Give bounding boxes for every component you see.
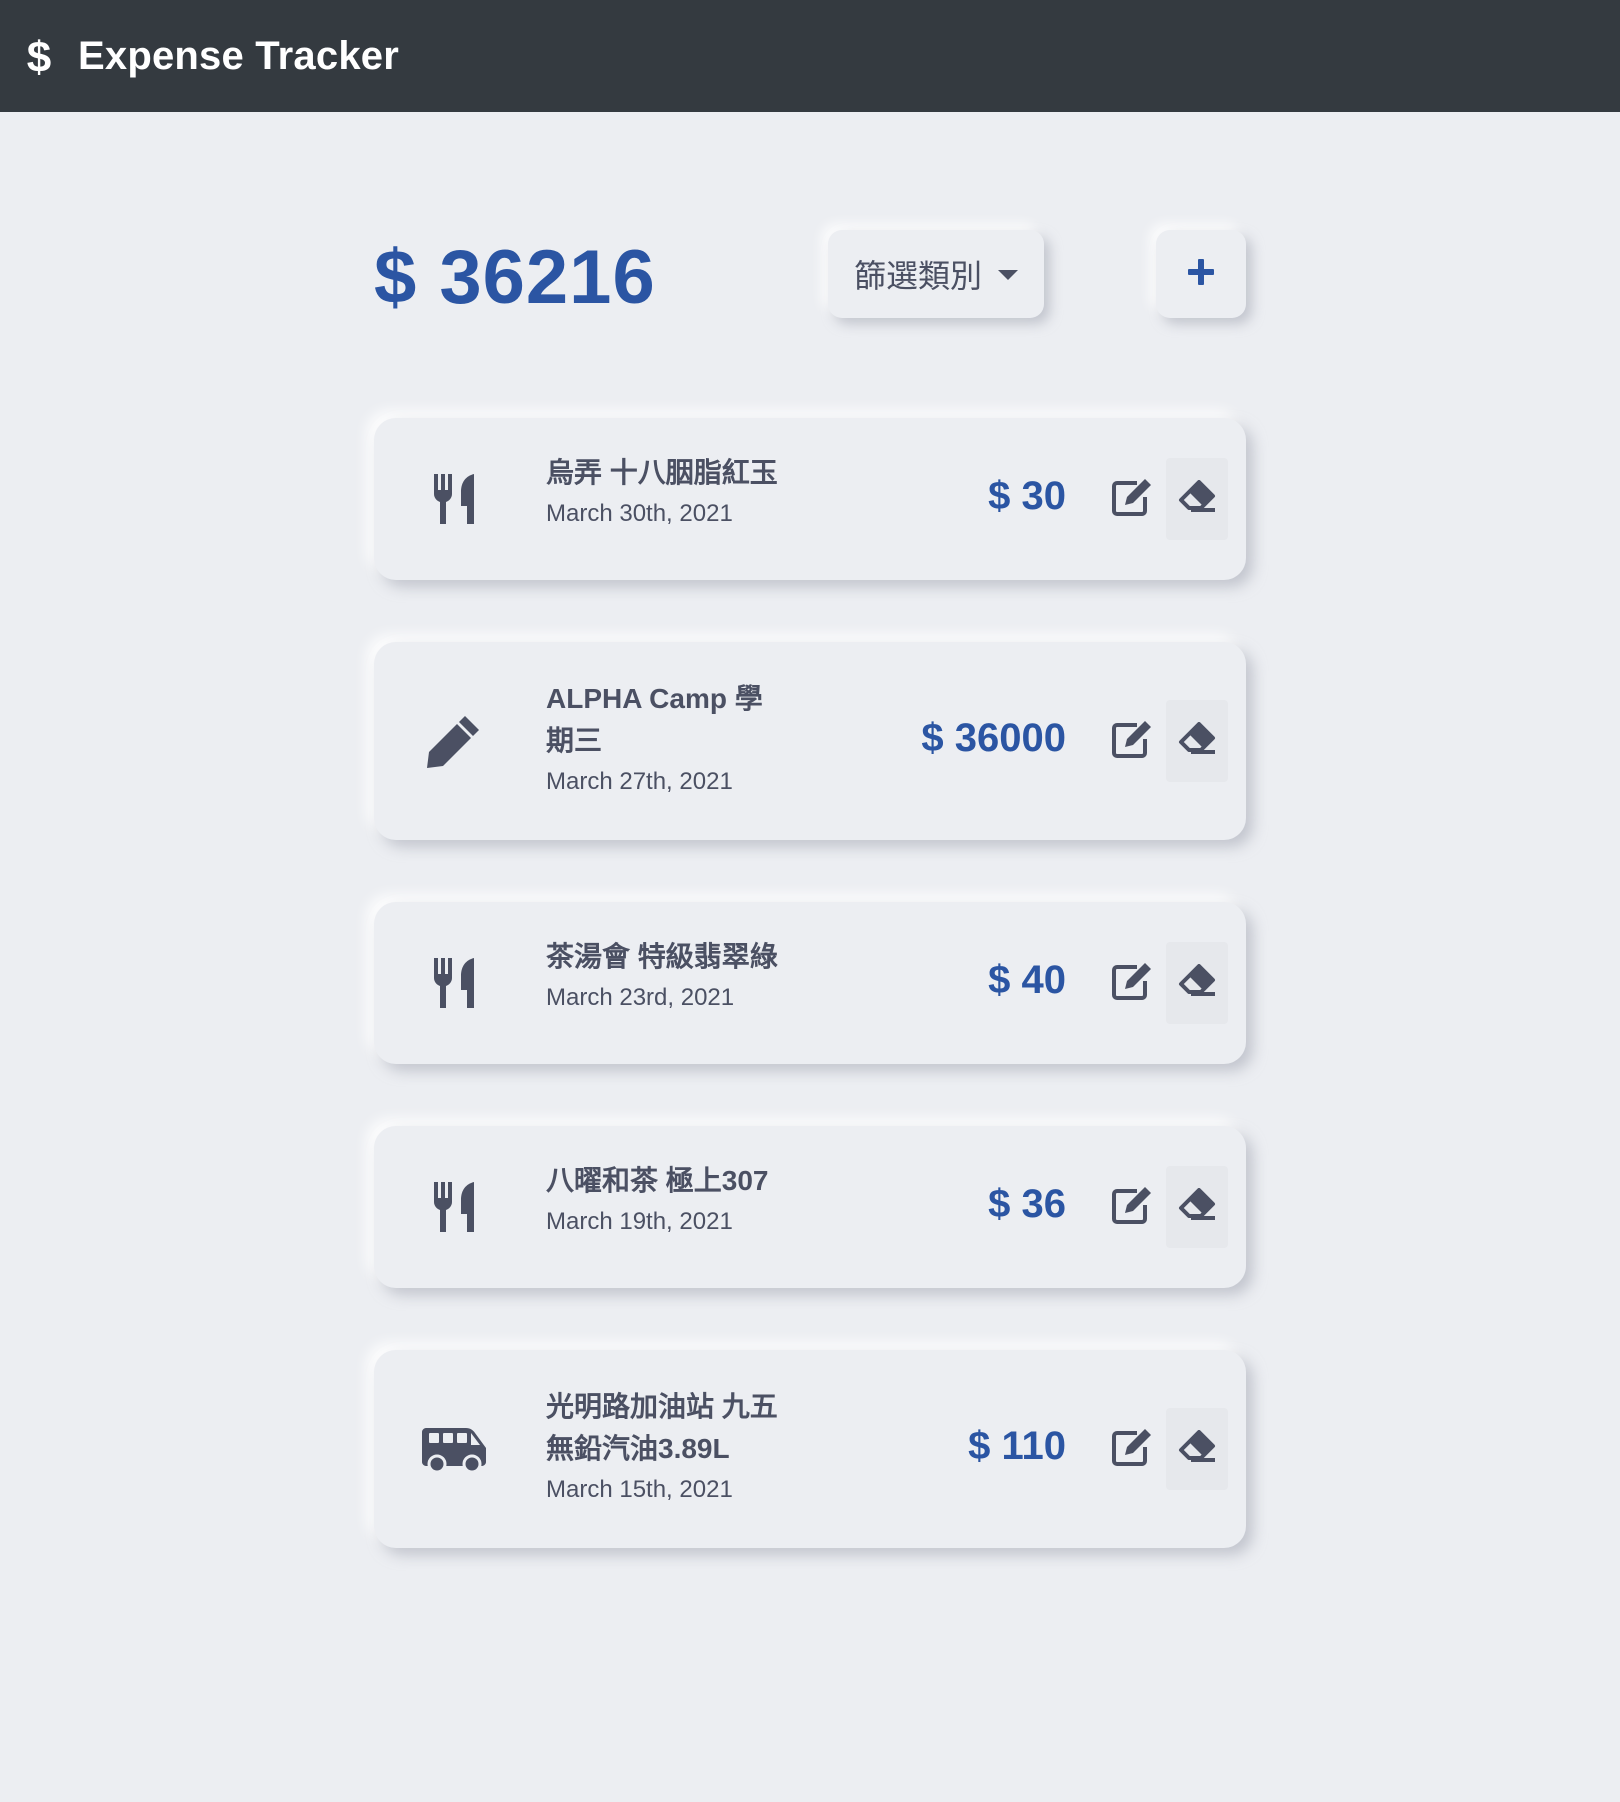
record-amount: $ 36000 <box>921 716 1066 760</box>
edit-button[interactable] <box>1106 1423 1158 1475</box>
filter-label: 篩選類別 <box>853 258 982 294</box>
svg-text:$: $ <box>27 34 51 78</box>
record-amount: $ 36 <box>988 1182 1066 1226</box>
record-date: March 23rd, 2021 <box>546 984 735 1011</box>
utensils-icon <box>418 947 490 1019</box>
record-amount: $ 110 <box>968 1424 1066 1468</box>
total-amount: $ 36216 <box>374 235 656 320</box>
utensils-icon <box>418 463 490 535</box>
edit-icon <box>1111 719 1153 764</box>
edit-icon <box>1111 1427 1153 1472</box>
record-name: 光明路加油站 九五無鉛汽油3.89L <box>546 1391 778 1464</box>
edit-button[interactable] <box>1106 957 1158 1009</box>
record-card: 八曜和茶 極上307 March 19th, 2021 $ 36 <box>374 1126 1246 1288</box>
record-info: 烏弄 十八胭脂紅玉 March 30th, 2021 <box>546 452 786 532</box>
edit-icon <box>1111 1185 1153 1230</box>
eraser-icon <box>1177 1187 1217 1227</box>
delete-button[interactable] <box>1166 1166 1228 1248</box>
record-info: ALPHA Camp 學期三 March 27th, 2021 <box>546 678 786 800</box>
record-date: March 19th, 2021 <box>546 1208 733 1235</box>
eraser-icon <box>1177 721 1217 761</box>
record-date: March 27th, 2021 <box>546 768 733 795</box>
record-card: ALPHA Camp 學期三 March 27th, 2021 $ 36000 <box>374 642 1246 840</box>
eraser-icon <box>1177 1429 1217 1469</box>
delete-button[interactable] <box>1166 1408 1228 1490</box>
navbar: $ Expense Tracker <box>0 0 1620 112</box>
category-filter-dropdown[interactable]: 篩選類別 <box>828 230 1044 318</box>
edit-icon <box>1111 477 1153 522</box>
record-card: 光明路加油站 九五無鉛汽油3.89L March 15th, 2021 $ 11… <box>374 1350 1246 1548</box>
record-name: 茶湯會 特級翡翠綠 <box>546 941 778 972</box>
dollar-sign-icon: $ <box>26 34 52 78</box>
delete-button[interactable] <box>1166 458 1228 540</box>
pencil-icon <box>418 705 490 777</box>
utensils-icon <box>418 1171 490 1243</box>
eraser-icon <box>1177 479 1217 519</box>
record-date: March 15th, 2021 <box>546 1476 733 1503</box>
record-card: 茶湯會 特級翡翠綠 March 23rd, 2021 $ 40 <box>374 902 1246 1064</box>
record-date: March 30th, 2021 <box>546 500 733 527</box>
summary-bar: $ 36216 篩選類別 <box>374 228 1246 320</box>
record-card: 烏弄 十八胭脂紅玉 March 30th, 2021 $ 30 <box>374 418 1246 580</box>
edit-icon <box>1111 961 1153 1006</box>
record-info: 光明路加油站 九五無鉛汽油3.89L March 15th, 2021 <box>546 1386 786 1508</box>
edit-button[interactable] <box>1106 473 1158 525</box>
record-info: 茶湯會 特級翡翠綠 March 23rd, 2021 <box>546 936 786 1016</box>
shuttle-van-icon <box>420 1413 490 1485</box>
record-name: 八曜和茶 極上307 <box>546 1165 769 1196</box>
record-amount: $ 30 <box>988 474 1066 518</box>
record-name: 烏弄 十八胭脂紅玉 <box>546 457 778 488</box>
add-record-button[interactable] <box>1156 230 1246 318</box>
plus-icon <box>1186 257 1216 292</box>
app-title[interactable]: Expense Tracker <box>78 34 399 79</box>
edit-button[interactable] <box>1106 715 1158 767</box>
eraser-icon <box>1177 963 1217 1003</box>
delete-button[interactable] <box>1166 942 1228 1024</box>
record-amount: $ 40 <box>988 958 1066 1002</box>
delete-button[interactable] <box>1166 700 1228 782</box>
record-info: 八曜和茶 極上307 March 19th, 2021 <box>546 1160 786 1240</box>
caret-down-icon <box>998 270 1018 280</box>
record-name: ALPHA Camp 學期三 <box>546 683 763 756</box>
edit-button[interactable] <box>1106 1181 1158 1233</box>
